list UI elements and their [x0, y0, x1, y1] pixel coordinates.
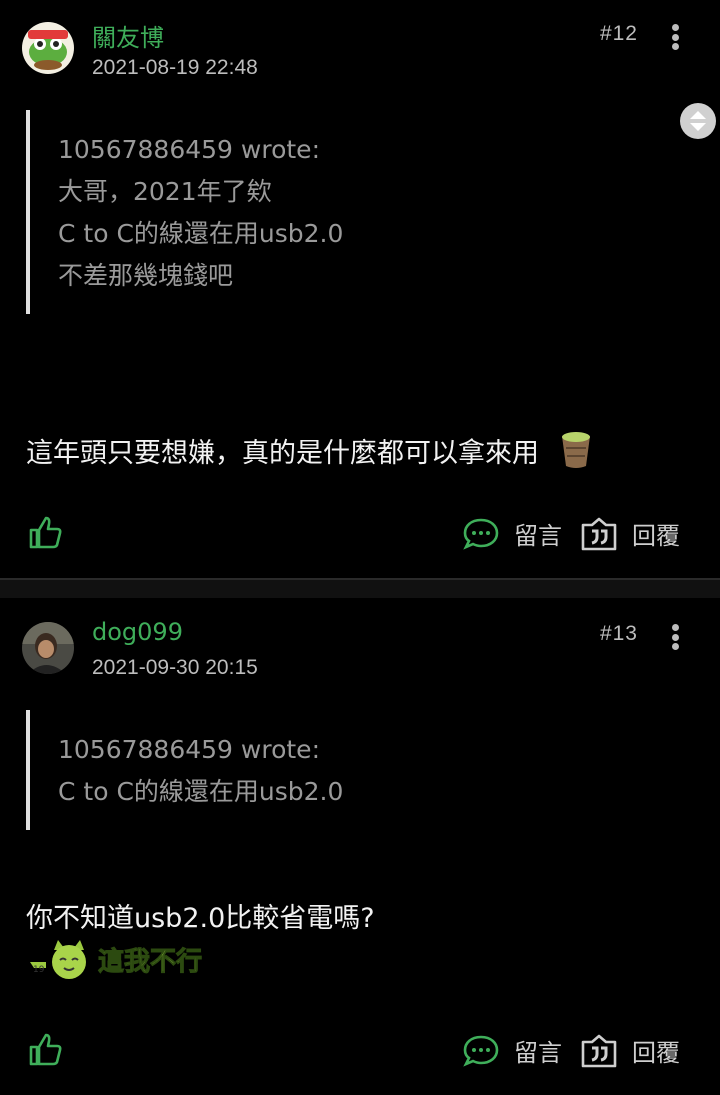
post-body: 這年頭只要想嫌，真的是什麼都可以拿來用 — [26, 430, 594, 470]
floor-number: #12 — [599, 22, 638, 45]
comment-bubble-icon — [463, 518, 499, 550]
quote-block: 10567886459 wrote: C to C的線還在用usb2.0 — [26, 710, 343, 830]
tea-cup-icon — [561, 432, 590, 468]
more-options-button[interactable] — [670, 624, 680, 650]
cat-sticker-icon: 19 — [30, 940, 86, 979]
post-body-text: 你不知道usb2.0比較省電嗎? — [26, 903, 375, 934]
more-options-button[interactable] — [670, 24, 680, 50]
reply-button[interactable]: 回覆 — [580, 516, 680, 551]
avatar[interactable] — [22, 22, 74, 74]
author-name[interactable]: dog099 — [92, 618, 183, 646]
post-12: 關友博 2021-08-19 22:48 #12 10567886459 wro… — [0, 0, 720, 578]
avatar[interactable] — [22, 622, 74, 674]
reply-label: 回覆 — [632, 1039, 680, 1067]
comment-bubble-icon — [463, 1035, 499, 1067]
thumbs-up-icon — [29, 1033, 62, 1066]
post-body-text: 這年頭只要想嫌，真的是什麼都可以拿來用 — [26, 438, 539, 469]
quote-line: C to C的線還在用usb2.0 — [58, 219, 344, 248]
quote-line: 大哥，2021年了欸 — [58, 177, 272, 206]
comment-label: 留言 — [514, 1039, 562, 1067]
comment-label: 留言 — [514, 522, 562, 550]
post-date: 2021-08-19 22:48 — [92, 56, 258, 79]
frog-avatar-icon — [22, 22, 74, 74]
post-actions: 留言 回覆 — [0, 514, 720, 554]
like-button[interactable] — [28, 1031, 64, 1071]
sticker: 19 這我不行 — [28, 938, 203, 980]
post-13: dog099 2021-09-30 20:15 #13 10567886459 … — [0, 598, 720, 1095]
comment-button[interactable]: 留言 — [462, 516, 562, 551]
user-photo-icon — [22, 622, 74, 674]
author-name[interactable]: 關友博 — [92, 18, 164, 53]
sticker-text: 這我不行 — [97, 946, 203, 977]
quote-header: 10567886459 wrote: — [58, 135, 320, 164]
svg-text:19: 19 — [33, 965, 45, 975]
quote-reply-icon — [581, 517, 617, 550]
thumbs-up-icon — [29, 516, 62, 549]
like-button[interactable] — [28, 514, 64, 554]
quote-header: 10567886459 wrote: — [58, 735, 320, 764]
reply-button[interactable]: 回覆 — [580, 1033, 680, 1068]
quote-line: C to C的線還在用usb2.0 — [58, 777, 344, 806]
post-divider — [0, 578, 720, 598]
quote-block: 10567886459 wrote: 大哥，2021年了欸 C to C的線還在… — [26, 110, 343, 314]
post-date: 2021-09-30 20:15 — [92, 656, 258, 679]
floor-number: #13 — [599, 622, 638, 645]
quote-reply-icon — [581, 1034, 617, 1067]
post-actions: 留言 回覆 — [0, 1031, 720, 1071]
comment-button[interactable]: 留言 — [462, 1033, 562, 1068]
reply-label: 回覆 — [632, 522, 680, 550]
quote-line: 不差那幾塊錢吧 — [58, 261, 234, 290]
